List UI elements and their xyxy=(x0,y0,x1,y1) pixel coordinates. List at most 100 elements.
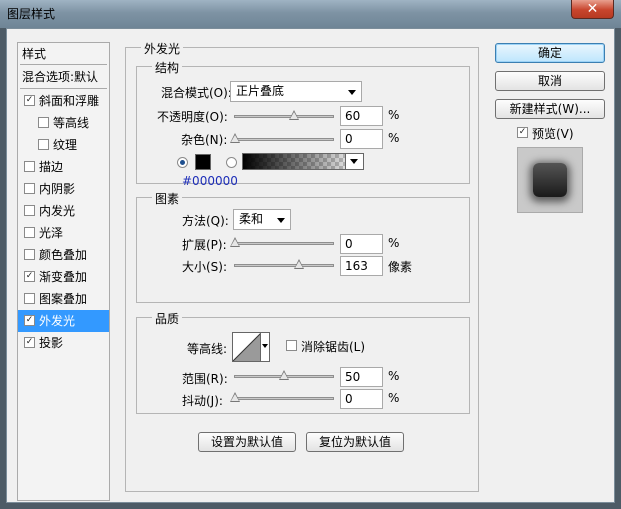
preview-checkbox[interactable]: ✓ xyxy=(517,127,528,138)
spread-label: 扩展(P): xyxy=(182,238,227,252)
antialias-label[interactable]: 消除锯齿(L) xyxy=(301,338,365,355)
opacity-input[interactable]: 60 xyxy=(340,106,383,126)
style-item-label: 光泽 xyxy=(39,226,64,240)
style-item-checkbox[interactable] xyxy=(24,183,35,194)
blending-options-item[interactable]: 混合选项:默认 xyxy=(18,66,109,88)
style-item-label: 颜色叠加 xyxy=(39,248,88,262)
chevron-down-icon xyxy=(350,159,358,164)
style-item-checkbox[interactable] xyxy=(24,205,35,216)
jitter-slider-thumb[interactable] xyxy=(230,392,240,402)
range-unit: % xyxy=(388,369,400,383)
style-item[interactable]: 内阴影 xyxy=(18,178,109,200)
style-item[interactable]: ✓ 斜面和浮雕 xyxy=(18,90,109,112)
contour-picker[interactable] xyxy=(232,332,270,362)
jitter-slider[interactable] xyxy=(230,392,334,402)
blend-mode-label: 混合模式(O): xyxy=(161,86,232,100)
style-item-checkbox[interactable] xyxy=(24,161,35,172)
jitter-input[interactable]: 0 xyxy=(340,389,383,409)
color-hex-label: #000000 xyxy=(182,174,238,188)
close-button[interactable]: ✕ xyxy=(571,0,614,19)
spread-input[interactable]: 0 xyxy=(340,234,383,254)
outer-glow-title: 外发光 xyxy=(141,40,184,57)
reset-default-button[interactable]: 复位为默认值 xyxy=(306,432,404,452)
style-item-label: 图案叠加 xyxy=(39,292,88,306)
title-bar[interactable]: 图层样式 ✕ xyxy=(0,0,621,28)
antialias-checkbox[interactable] xyxy=(286,340,297,351)
style-item-checkbox[interactable]: ✓ xyxy=(24,337,35,348)
dialog-client: 样式 混合选项:默认 ✓ 斜面和浮雕等高线纹理描边内阴影内发光光泽颜色叠加 ✓ 渐变叠… xyxy=(6,28,615,503)
style-item[interactable]: ✓ 外发光 xyxy=(18,310,109,332)
list-divider xyxy=(20,88,107,89)
size-slider-thumb[interactable] xyxy=(293,259,304,269)
style-item[interactable]: ✓ 投影 xyxy=(18,332,109,354)
gradient-radio[interactable] xyxy=(226,157,237,168)
style-item-label: 内阴影 xyxy=(39,182,76,196)
method-select[interactable]: 柔和 xyxy=(233,209,291,230)
style-item[interactable]: 描边 xyxy=(18,156,109,178)
spread-slider-thumb[interactable] xyxy=(230,237,240,247)
style-item-checkbox[interactable] xyxy=(24,293,35,304)
outer-glow-group: 外发光 结构 混合模式(O): 正片叠底 不透明度(O): 60 % 杂色(N)… xyxy=(125,40,479,492)
noise-slider[interactable] xyxy=(230,133,334,143)
range-slider-thumb[interactable] xyxy=(279,370,289,380)
style-item[interactable]: 内发光 xyxy=(18,200,109,222)
size-slider[interactable] xyxy=(234,259,334,269)
contour-label: 等高线: xyxy=(187,342,228,356)
style-item-label: 渐变叠加 xyxy=(39,270,88,284)
quality-group: 品质 等高线: 消除锯齿(L) 范围(R): 50 % 抖动(J): 0 % xyxy=(136,310,470,414)
quality-title: 品质 xyxy=(152,310,183,327)
blend-mode-select[interactable]: 正片叠底 xyxy=(230,81,362,102)
contour-dropdown-button[interactable] xyxy=(260,333,269,361)
new-style-button[interactable]: 新建样式(W)... xyxy=(495,99,605,119)
structure-group: 结构 混合模式(O): 正片叠底 不透明度(O): 60 % 杂色(N): 0 … xyxy=(136,59,470,188)
jitter-unit: % xyxy=(388,391,400,405)
styles-header[interactable]: 样式 xyxy=(22,45,46,62)
style-item-label: 内发光 xyxy=(39,204,76,218)
style-item[interactable]: ✓ 渐变叠加 xyxy=(18,266,109,288)
glow-gradient-bar[interactable] xyxy=(242,153,362,170)
style-item[interactable]: 纹理 xyxy=(18,134,109,156)
style-item-checkbox[interactable]: ✓ xyxy=(24,315,35,326)
style-item-checkbox[interactable] xyxy=(38,117,49,128)
gradient-picker-button[interactable] xyxy=(345,153,364,170)
spread-slider[interactable] xyxy=(230,237,334,247)
jitter-label: 抖动(J): xyxy=(182,394,223,408)
noise-slider-thumb[interactable] xyxy=(230,133,240,143)
elements-group: 图素 方法(Q): 柔和 扩展(P): 0 % 大小(S): 163 像素 xyxy=(136,190,470,303)
preview-label[interactable]: 预览(V) xyxy=(532,125,574,142)
style-item[interactable]: 颜色叠加 xyxy=(18,244,109,266)
chevron-down-icon xyxy=(277,218,285,223)
style-item-checkbox[interactable] xyxy=(24,227,35,238)
method-label: 方法(Q): xyxy=(182,214,229,228)
style-item-checkbox[interactable]: ✓ xyxy=(24,271,35,282)
style-item-checkbox[interactable] xyxy=(38,139,49,150)
noise-input[interactable]: 0 xyxy=(340,129,383,149)
style-item-label: 描边 xyxy=(39,160,64,174)
blend-mode-value: 正片叠底 xyxy=(236,84,285,98)
opacity-slider-thumb[interactable] xyxy=(288,110,299,120)
style-preview-thumbnail xyxy=(517,147,583,213)
style-item[interactable]: 图案叠加 xyxy=(18,288,109,310)
noise-label: 杂色(N): xyxy=(181,133,228,147)
cancel-button[interactable]: 取消 xyxy=(495,71,605,91)
style-item-label: 纹理 xyxy=(53,138,78,152)
structure-title: 结构 xyxy=(152,59,183,76)
style-item[interactable]: 光泽 xyxy=(18,222,109,244)
solid-color-radio[interactable] xyxy=(177,157,188,168)
style-item-label: 等高线 xyxy=(53,116,90,130)
opacity-slider[interactable] xyxy=(234,110,334,120)
layer-style-window: 图层样式 ✕ 样式 混合选项:默认 ✓ 斜面和浮雕等高线纹理描边内阴影内发光光泽颜… xyxy=(0,0,621,509)
elements-title: 图素 xyxy=(152,190,183,207)
range-input[interactable]: 50 xyxy=(340,367,383,387)
ok-button[interactable]: 确定 xyxy=(495,43,605,63)
size-input[interactable]: 163 xyxy=(340,256,383,276)
style-item[interactable]: 等高线 xyxy=(18,112,109,134)
style-item-checkbox[interactable] xyxy=(24,249,35,260)
glow-color-swatch[interactable] xyxy=(195,154,211,170)
make-default-button[interactable]: 设置为默认值 xyxy=(198,432,296,452)
style-item-label: 投影 xyxy=(39,336,64,350)
style-item-checkbox[interactable]: ✓ xyxy=(24,95,35,106)
method-value: 柔和 xyxy=(239,212,264,226)
style-item-label: 外发光 xyxy=(39,314,76,328)
range-slider[interactable] xyxy=(234,370,334,380)
